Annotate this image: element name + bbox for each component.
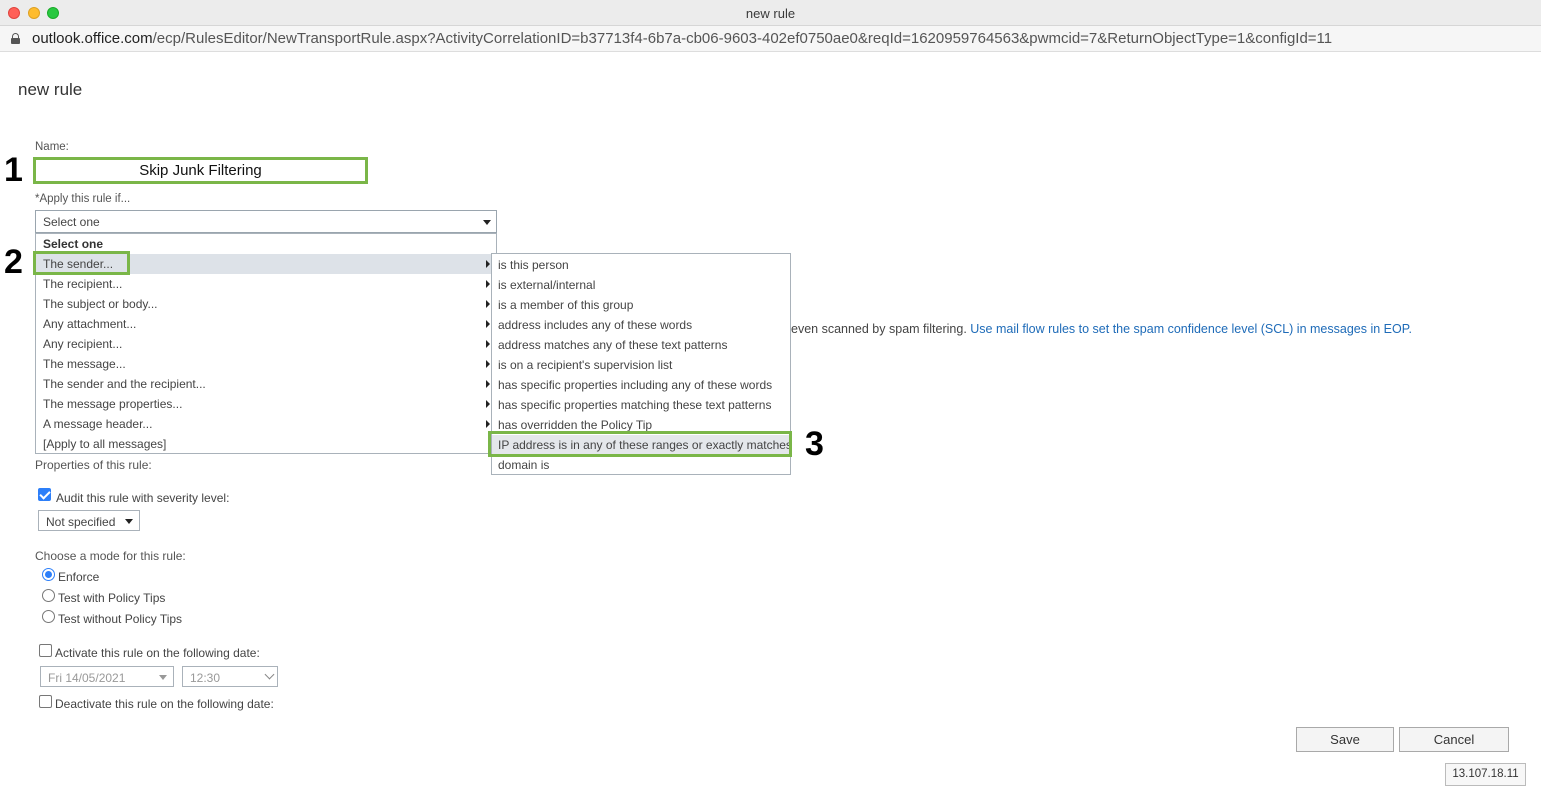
submenu-item-member-of-group[interactable]: is a member of this group — [492, 295, 790, 315]
step-2-highlight — [33, 251, 130, 275]
activate-date-value: Fri 14/05/2021 — [48, 671, 126, 685]
dropdown-item-any-recipient[interactable]: Any recipient... — [36, 334, 496, 354]
chevron-down-icon — [125, 519, 133, 524]
chevron-right-icon — [486, 300, 490, 308]
activate-time-select[interactable]: 12:30 — [182, 666, 278, 687]
severity-value: Not specified — [46, 515, 116, 529]
severity-select[interactable]: Not specified — [38, 510, 140, 531]
rule-name-input[interactable]: Skip Junk Filtering — [33, 157, 368, 184]
chevron-down-icon — [483, 220, 491, 225]
window-titlebar: new rule — [0, 0, 1541, 26]
info-text: even scanned by spam filtering. — [791, 322, 967, 336]
step-number-3: 3 — [805, 425, 824, 463]
mode-test-with-tips-label: Test with Policy Tips — [58, 591, 166, 605]
deactivate-date-label: Deactivate this rule on the following da… — [55, 697, 274, 711]
step-3-highlight — [488, 431, 792, 457]
activate-date-select[interactable]: Fri 14/05/2021 — [40, 666, 174, 687]
mode-label: Choose a mode for this rule: — [35, 549, 186, 563]
activate-date-checkbox[interactable] — [39, 644, 52, 657]
submenu-item-properties-including-words[interactable]: has specific properties including any of… — [492, 375, 790, 395]
chevron-right-icon — [486, 280, 490, 288]
audit-label: Audit this rule with severity level: — [56, 491, 230, 505]
dropdown-item-message-header[interactable]: A message header... — [36, 414, 496, 434]
scl-help-link[interactable]: Use mail flow rules to set the spam conf… — [970, 322, 1412, 336]
properties-label: Properties of this rule: — [35, 458, 152, 472]
submenu-item-external-internal[interactable]: is external/internal — [492, 275, 790, 295]
cancel-button[interactable]: Cancel — [1399, 727, 1509, 752]
chevron-right-icon — [486, 340, 490, 348]
chevron-right-icon — [486, 380, 490, 388]
submenu-item-supervision-list[interactable]: is on a recipient's supervision list — [492, 355, 790, 375]
save-button[interactable]: Save — [1296, 727, 1394, 752]
window-title: new rule — [745, 6, 796, 21]
apply-rule-select[interactable]: Select one — [35, 210, 497, 233]
apply-rule-select-value: Select one — [43, 215, 100, 229]
activate-time-value: 12:30 — [190, 671, 221, 685]
submenu-item-properties-matching-patterns[interactable]: has specific properties matching these t… — [492, 395, 790, 415]
dropdown-item-subject-or-body[interactable]: The subject or body... — [36, 294, 496, 314]
dropdown-item-any-attachment[interactable]: Any attachment... — [36, 314, 496, 334]
deactivate-date-checkbox[interactable] — [39, 695, 52, 708]
chevron-down-icon — [264, 669, 275, 680]
dropdown-item-apply-to-all[interactable]: [Apply to all messages] — [36, 434, 496, 454]
audit-checkbox[interactable] — [38, 488, 51, 501]
dropdown-item-sender-and-recipient[interactable]: The sender and the recipient... — [36, 374, 496, 394]
mode-enforce-radio[interactable] — [42, 568, 55, 581]
server-ip-badge: 13.107.18.11 — [1445, 763, 1526, 786]
dropdown-item-message-properties[interactable]: The message properties... — [36, 394, 496, 414]
submenu-item-address-matches-patterns[interactable]: address matches any of these text patter… — [492, 335, 790, 355]
step-number-1: 1 — [4, 151, 23, 189]
lock-icon — [11, 33, 20, 44]
chevron-down-icon — [159, 675, 167, 680]
chevron-right-icon — [486, 400, 490, 408]
mode-test-without-tips-radio[interactable] — [42, 610, 55, 623]
submenu-item-is-this-person[interactable]: is this person — [492, 255, 790, 275]
chevron-right-icon — [486, 360, 490, 368]
submenu-item-domain-is[interactable]: domain is — [492, 455, 790, 475]
spam-filtering-info: even scanned by spam filtering. Use mail… — [791, 322, 1412, 336]
submenu-item-address-includes-words[interactable]: address includes any of these words — [492, 315, 790, 335]
chevron-right-icon — [486, 320, 490, 328]
activate-date-label: Activate this rule on the following date… — [55, 646, 260, 660]
mode-enforce-label: Enforce — [58, 570, 100, 584]
url-text[interactable]: outlook.office.com/ecp/RulesEditor/NewTr… — [32, 30, 1332, 47]
chevron-right-icon — [486, 260, 490, 268]
dropdown-item-the-message[interactable]: The message... — [36, 354, 496, 374]
mode-test-without-tips-label: Test without Policy Tips — [58, 612, 183, 626]
url-path: /ecp/RulesEditor/NewTransportRule.aspx?A… — [152, 30, 1333, 47]
dropdown-item-the-recipient[interactable]: The recipient... — [36, 274, 496, 294]
url-domain: outlook.office.com — [32, 30, 153, 47]
page-title: new rule — [18, 80, 83, 99]
address-bar[interactable]: outlook.office.com/ecp/RulesEditor/NewTr… — [0, 26, 1541, 52]
name-label: Name: — [35, 141, 69, 153]
chevron-right-icon — [486, 420, 490, 428]
step-number-2: 2 — [4, 243, 23, 281]
mode-test-with-tips-radio[interactable] — [42, 589, 55, 602]
apply-rule-label: *Apply this rule if... — [35, 193, 131, 205]
